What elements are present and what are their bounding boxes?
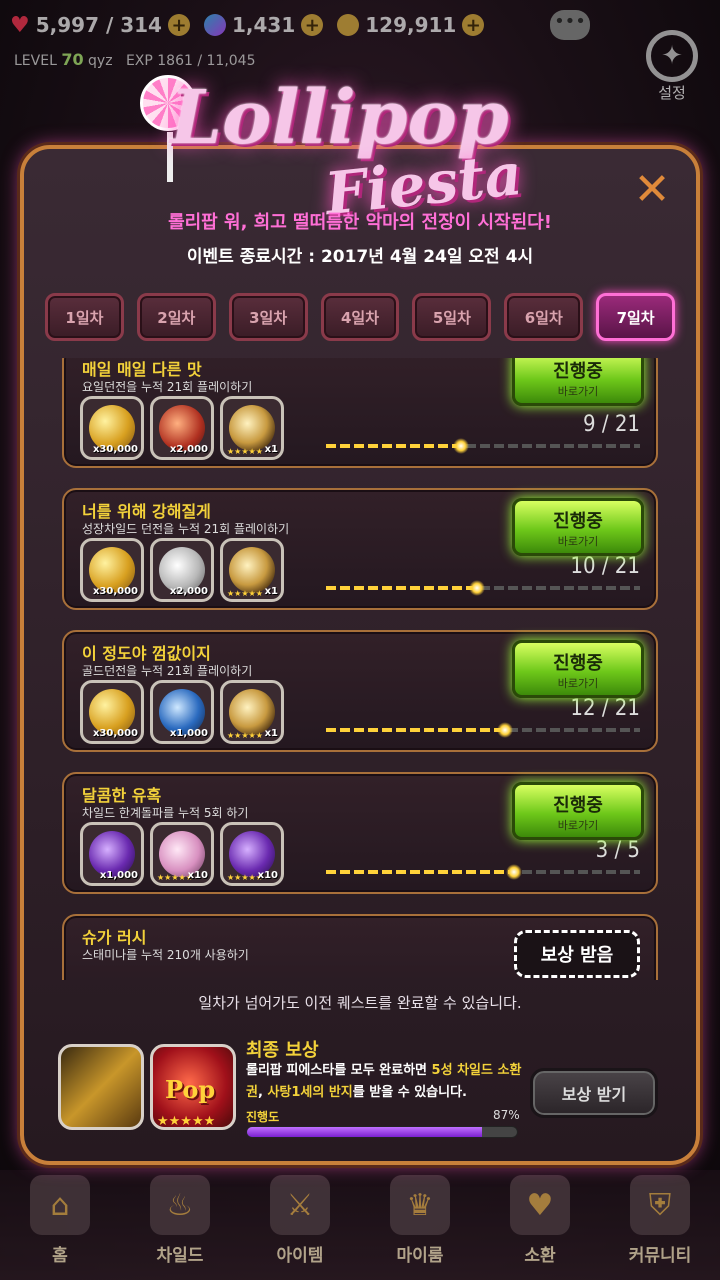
event-subtitle: 롤리팝 워, 희고 떨떠름한 악마의 전장이 시작된다! xyxy=(168,212,552,233)
gem-icon xyxy=(203,14,226,36)
nav-myroom[interactable]: ♛ 마이룸 xyxy=(365,1175,475,1266)
hearts-resource: ♥ 5,997 / 314 + xyxy=(10,13,190,38)
reward-item[interactable]: ★★★★★ x10 xyxy=(220,822,284,886)
reward-item[interactable]: x30,000 xyxy=(80,538,144,602)
add-gold-button[interactable]: + xyxy=(462,14,485,36)
claim-final-reward-button[interactable]: 보상 받기 xyxy=(530,1068,658,1118)
final-progress-bar xyxy=(246,1126,518,1138)
quest-progress xyxy=(326,580,640,596)
reward-item[interactable]: ★★★★★ x10 xyxy=(150,822,214,886)
info-note: 일차가 넘어가도 이전 퀘스트를 완료할 수 있습니다. xyxy=(198,994,522,1012)
gems-resource: 1,431 + xyxy=(203,13,324,37)
flame-icon: ♨ xyxy=(150,1175,210,1235)
quest-card: 달콤한 유혹 차일드 한계돌파를 누적 5회 하기 x1,000 ★★★★★ x1… xyxy=(62,772,658,894)
tab-day-6[interactable]: 6일차 xyxy=(504,293,584,341)
reward-item[interactable]: ★★★★★ x1 xyxy=(220,396,284,460)
reward-item[interactable]: ★★★★★ x1 xyxy=(220,680,284,744)
nav-child[interactable]: ♨ 차일드 xyxy=(125,1175,235,1266)
home-icon: ⌂ xyxy=(30,1175,90,1235)
quest-list[interactable]: 매일 매일 다른 맛 요일던전을 누적 21회 플레이하기 x30,000 x2… xyxy=(52,358,668,980)
reward-item[interactable]: x30,000 xyxy=(80,680,144,744)
reward-item[interactable]: ★★★★★ x1 xyxy=(220,538,284,602)
nav-home[interactable]: ⌂ 홈 xyxy=(5,1175,115,1266)
tab-day-2[interactable]: 2일차 xyxy=(136,293,216,341)
star-rating-icon: ★★★★★ xyxy=(157,1114,216,1129)
event-logo: Lollipop Fiesta xyxy=(140,45,580,228)
go-button[interactable]: 진행중 바로가기 xyxy=(512,498,644,556)
star-rating-icon: ★★★★★ xyxy=(227,589,263,598)
chat-icon[interactable]: ••• xyxy=(550,10,590,40)
summon-ticket-icon[interactable] xyxy=(58,1044,144,1130)
nav-item[interactable]: ⚔ 아이템 xyxy=(245,1175,355,1266)
reward-item[interactable]: x2,000 xyxy=(150,538,214,602)
quest-progress xyxy=(326,864,640,880)
nav-community[interactable]: ⛨ 커뮤니티 xyxy=(605,1175,715,1266)
gold-coin-icon xyxy=(337,14,360,36)
crest-icon: ⛨ xyxy=(630,1175,690,1235)
quest-progress xyxy=(326,438,640,454)
reward-item[interactable]: x1,000 xyxy=(80,822,144,886)
reward-item[interactable]: x30,000 xyxy=(80,396,144,460)
quest-count: 12 / 21 xyxy=(570,696,640,721)
star-rating-icon: ★★★★★ xyxy=(227,447,263,456)
go-button[interactable]: 진행중 바로가기 xyxy=(512,640,644,698)
day-tabs: 1일차 2일차 3일차 4일차 5일차 6일차 7일차 xyxy=(45,293,676,341)
go-button[interactable]: 진행중 바로가기 xyxy=(512,782,644,840)
final-reward-desc: 롤리팝 피에스타를 모두 완료하면 5성 차일드 소환권, 사탕1세의 반지를 … xyxy=(246,1063,522,1100)
candy-ring-icon[interactable]: Pop ★★★★★ xyxy=(150,1044,236,1130)
reward-item[interactable]: x1,000 xyxy=(150,680,214,744)
reward-claimed-button[interactable]: 보상 받음 xyxy=(514,930,640,978)
tab-day-7[interactable]: 7일차 xyxy=(596,293,676,341)
tab-day-3[interactable]: 3일차 xyxy=(228,293,308,341)
gear-icon: ✦ xyxy=(646,30,698,82)
quest-card: 너를 위해 강해질게 성장차일드 던전을 누적 21회 플레이하기 x30,00… xyxy=(62,488,658,610)
settings-button[interactable]: ✦ 설정 xyxy=(642,30,702,103)
final-progress-fill xyxy=(247,1127,482,1137)
nav-summon[interactable]: ♥ 소환 xyxy=(485,1175,595,1266)
resource-bar: ♥ 5,997 / 314 + 1,431 + 129,911 + xyxy=(0,0,720,50)
quest-card: 슈가 러시 스태미나를 누적 210개 사용하기 보상 받음 xyxy=(62,914,658,980)
quest-count: 3 / 5 xyxy=(595,838,640,863)
tab-day-1[interactable]: 1일차 xyxy=(45,293,124,341)
tab-day-4[interactable]: 4일차 xyxy=(320,293,400,341)
quest-count: 10 / 21 xyxy=(570,554,640,579)
tab-day-5[interactable]: 5일차 xyxy=(412,293,492,341)
event-end-time: 이벤트 종료시간 : 2017년 4월 24일 오전 4시 xyxy=(186,247,534,267)
heart-icon: ♥ xyxy=(10,12,30,38)
quest-card: 매일 매일 다른 맛 요일던전을 누적 21회 플레이하기 x30,000 x2… xyxy=(62,358,658,468)
potion-icon: ♥ xyxy=(510,1175,570,1235)
star-rating-icon: ★★★★★ xyxy=(227,731,263,740)
bottom-nav: ⌂ 홈 ♨ 차일드 ⚔ 아이템 ♛ 마이룸 ♥ 소환 ⛨ 커뮤니티 xyxy=(0,1170,720,1280)
go-button[interactable]: 진행중 바로가기 xyxy=(512,358,644,406)
quest-progress xyxy=(326,722,640,738)
crown-icon: ♛ xyxy=(390,1175,450,1235)
add-gems-button[interactable]: + xyxy=(301,14,324,36)
add-hearts-button[interactable]: + xyxy=(167,14,190,36)
quest-count: 9 / 21 xyxy=(582,412,640,437)
close-icon[interactable]: ✕ xyxy=(632,168,672,212)
reward-item[interactable]: x2,000 xyxy=(150,396,214,460)
quest-card: 이 정도야 껌값이지 골드던전을 누적 21회 플레이하기 x30,000 x1… xyxy=(62,630,658,752)
final-reward-panel: Pop ★★★★★ 최종 보상 롤리팝 피에스타를 모두 완료하면 5성 차일드… xyxy=(40,1030,680,1140)
sword-shield-icon: ⚔ xyxy=(270,1175,330,1235)
gold-resource: 129,911 + xyxy=(337,13,485,37)
